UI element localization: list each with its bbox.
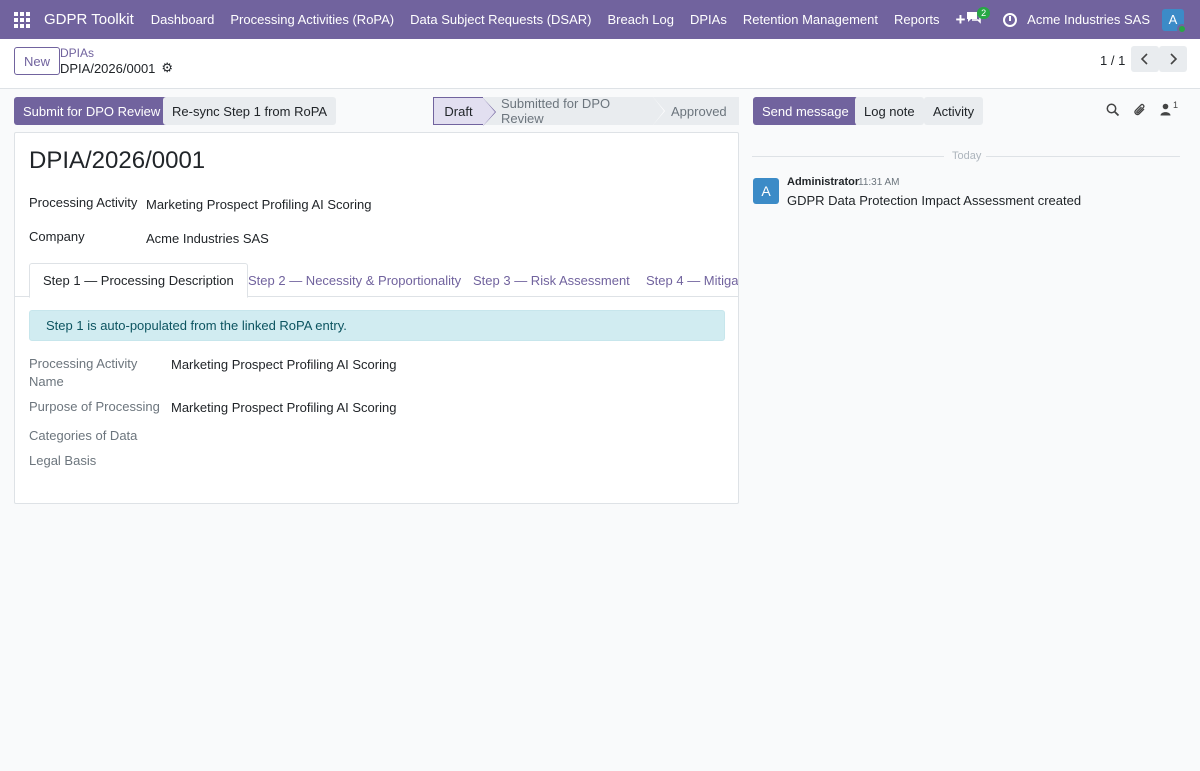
- online-status-dot: [1177, 23, 1187, 34]
- status-draft-label: Draft: [444, 103, 473, 119]
- processing-activity-field[interactable]: Marketing Prospect Profiling AI Scoring: [146, 197, 371, 212]
- new-record-button[interactable]: New: [14, 47, 61, 75]
- pager-next-button[interactable]: [1159, 46, 1187, 72]
- search-icon[interactable]: [1106, 103, 1120, 120]
- status-submitted-for-dpo-review[interactable]: Submitted for DPO Review: [483, 96, 665, 126]
- messaging-count-badge: 2: [977, 6, 991, 19]
- messaging-icon[interactable]: 2: [965, 6, 991, 30]
- tab-step2-necessity-proportionality[interactable]: Step 2 — Necessity & Proportionality: [248, 263, 461, 297]
- tab-step1-processing-description[interactable]: Step 1 — Processing Description: [29, 263, 248, 298]
- menu-dashboard[interactable]: Dashboard: [143, 12, 223, 27]
- app-brand[interactable]: GDPR Toolkit: [44, 11, 134, 28]
- chevron-right-icon: [1170, 53, 1178, 65]
- status-approved-label: Approved: [671, 103, 727, 119]
- submit-for-dpo-review-button[interactable]: Submit for DPO Review: [14, 97, 170, 125]
- apps-grid-icon[interactable]: [0, 0, 44, 39]
- status-submitted-label: Submitted for DPO Review: [501, 96, 611, 126]
- processing-activity-name-label: Processing Activity Name: [29, 356, 138, 389]
- date-separator: Today: [752, 150, 1180, 162]
- menu-reports[interactable]: Reports: [886, 12, 948, 27]
- message-author-avatar[interactable]: A: [753, 178, 779, 204]
- categories-of-data-label: Categories of Data: [29, 428, 138, 443]
- date-separator-label: Today: [952, 150, 982, 162]
- status-approved[interactable]: Approved: [653, 97, 739, 125]
- resync-step1-button[interactable]: Re-sync Step 1 from RoPA: [163, 97, 337, 125]
- top-navbar: GDPR Toolkit Dashboard Processing Activi…: [0, 0, 1200, 39]
- message-author[interactable]: Administrator: [787, 176, 859, 188]
- menu-dpias[interactable]: DPIAs: [682, 12, 735, 27]
- company-label: Company: [29, 229, 85, 244]
- form-tabs: Step 1 — Processing Description Step 2 —…: [15, 263, 738, 298]
- purpose-of-processing-label: Purpose of Processing: [29, 399, 160, 414]
- send-message-button[interactable]: Send message: [753, 97, 858, 125]
- followers-icon[interactable]: [1160, 103, 1171, 119]
- menu-breach-log[interactable]: Breach Log: [600, 12, 683, 27]
- activity-clock-icon[interactable]: [1003, 12, 1018, 27]
- control-panel: New DPIAs DPIA/2026/0001 ⚙ 1 / 1: [0, 39, 1200, 89]
- record-title: DPIA/2026/0001: [29, 147, 206, 174]
- status-bar: Draft Submitted for DPO Review Approved: [433, 96, 739, 126]
- processing-activity-name-field[interactable]: Marketing Prospect Profiling AI Scoring: [171, 357, 396, 372]
- paperclip-icon[interactable]: [1133, 103, 1147, 120]
- company-field[interactable]: Acme Industries SAS: [146, 231, 269, 246]
- followers-count: 1: [1173, 100, 1179, 110]
- menu-processing-activities[interactable]: Processing Activities (RoPA): [222, 12, 402, 27]
- menu-data-subject-requests[interactable]: Data Subject Requests (DSAR): [402, 12, 599, 27]
- tab-step3-risk-assessment[interactable]: Step 3 — Risk Assessment: [473, 263, 630, 297]
- processing-activity-label: Processing Activity: [29, 195, 138, 210]
- menu-retention-management[interactable]: Retention Management: [735, 12, 886, 27]
- chevron-left-icon: [1140, 53, 1148, 65]
- activity-button[interactable]: Activity: [924, 97, 984, 125]
- pager-value[interactable]: 1 / 1: [1100, 53, 1125, 68]
- status-draft[interactable]: Draft: [433, 97, 496, 126]
- breadcrumb-current: DPIA/2026/0001 ⚙: [60, 60, 173, 76]
- company-switcher[interactable]: Acme Industries SAS: [1027, 12, 1150, 27]
- info-alert: Step 1 is auto-populated from the linked…: [29, 310, 725, 341]
- form-sheet: DPIA/2026/0001 Processing Activity Marke…: [14, 132, 739, 504]
- user-avatar[interactable]: A: [1162, 8, 1187, 34]
- message-time: 11:31 AM: [858, 177, 900, 188]
- purpose-of-processing-field[interactable]: Marketing Prospect Profiling AI Scoring: [171, 400, 396, 415]
- breadcrumb-current-label: DPIA/2026/0001: [60, 60, 156, 76]
- pager-previous-button[interactable]: [1131, 46, 1159, 72]
- gear-icon[interactable]: ⚙: [161, 60, 173, 76]
- breadcrumb-parent[interactable]: DPIAs: [60, 46, 94, 60]
- legal-basis-label: Legal Basis: [29, 453, 97, 468]
- message-body: GDPR Data Protection Impact Assessment c…: [787, 193, 1082, 208]
- tab-step4-mitigation[interactable]: Step 4 — Mitigati: [646, 263, 738, 297]
- user-avatar-initial: A: [1168, 12, 1178, 27]
- log-note-button[interactable]: Log note: [855, 97, 924, 125]
